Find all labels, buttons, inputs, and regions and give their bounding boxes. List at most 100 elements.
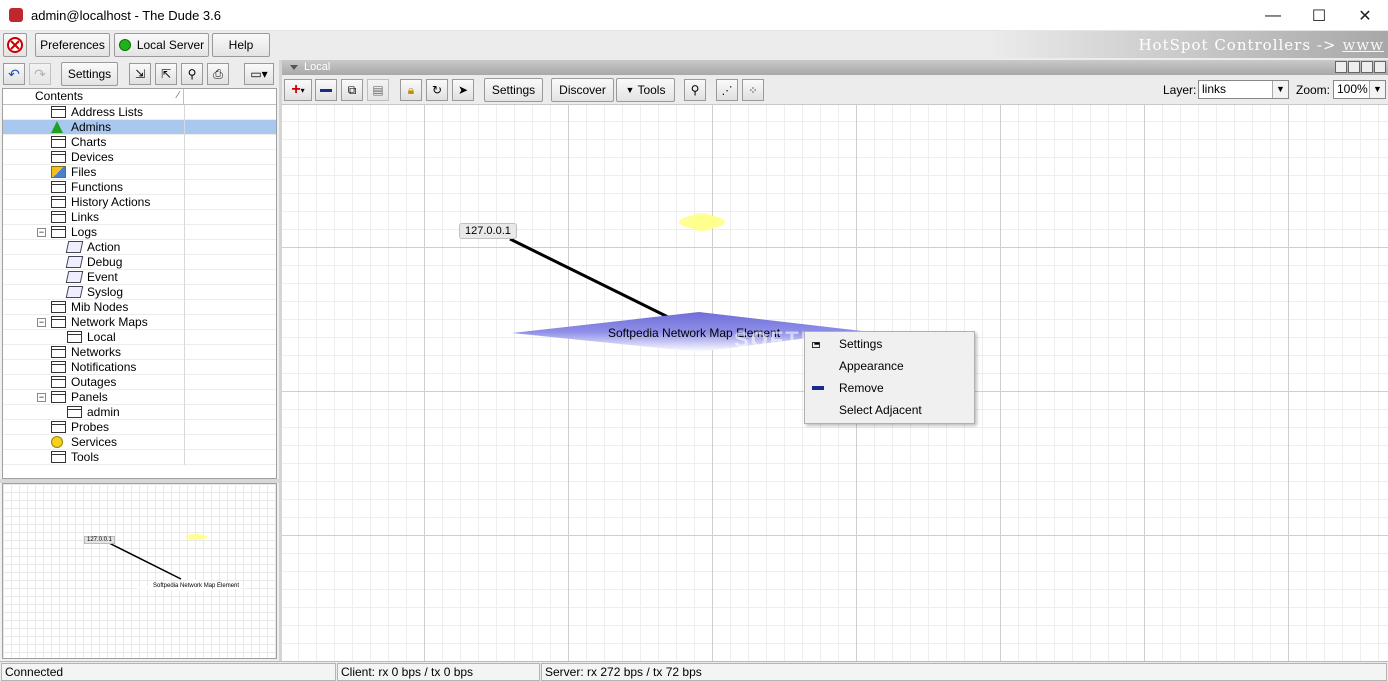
export-button[interactable]: ⇱ [155,63,177,85]
connected-status-icon [118,39,131,51]
tree-item-label: Network Maps [71,315,148,329]
tree-item-label: Outages [71,375,117,389]
table-icon [51,301,66,313]
paste-button[interactable]: ▤ [367,79,389,101]
import-button[interactable]: ⇲ [129,63,151,85]
status-bar: Connected Client: rx 0 bps / tx 0 bps Se… [0,661,1388,681]
layout-button[interactable]: ⁘ [742,79,764,101]
tree-item-links[interactable]: Links [3,210,276,225]
collapse-toggle-icon[interactable]: − [37,318,46,327]
tree-item-notifications[interactable]: Notifications [3,360,276,375]
tree-item-local[interactable]: Local [3,330,276,345]
contents-settings-button[interactable]: Settings [61,62,118,86]
lasso-button[interactable]: ↻ [426,79,448,101]
tree-item-panels[interactable]: − Panels [3,390,276,405]
pointer-button[interactable]: ➤ [452,79,474,101]
remove-button[interactable] [315,79,337,101]
admin-icon [51,121,63,133]
tree-item-mib-nodes[interactable]: Mib Nodes [3,300,276,315]
close-button[interactable]: ✕ [1342,0,1388,31]
collapse-toggle-icon[interactable]: − [37,393,46,402]
contents-toolbar: ↶ ↷ Settings ⇲ ⇱ ⚲ ⎙ ▭▾ [0,60,279,88]
tree-item-devices[interactable]: Devices [3,150,276,165]
context-remove[interactable]: Remove [805,377,974,399]
tree-item-services[interactable]: Services [3,435,276,450]
redo-icon: ↷ [34,65,46,82]
tree-item-label: Files [71,165,97,179]
device-127-0-0-1[interactable]: 127.0.0.1 [459,223,517,239]
layout-horizontal-icon[interactable] [1374,61,1386,73]
local-server-button[interactable]: Local Server [114,33,209,57]
tree-item-network-maps[interactable]: − Network Maps [3,315,276,330]
arrange-button[interactable]: ⋰ [716,79,738,101]
table-icon [51,151,66,163]
preferences-button[interactable]: Preferences [35,33,110,57]
layout-single-icon[interactable] [1335,61,1347,73]
contents-column-header[interactable]: Contents ⁄ [3,89,184,104]
log-icon [65,271,84,283]
panel-layout-buttons [1335,61,1386,73]
tree-item-event[interactable]: Event [3,270,276,285]
layout-icon: ⁘ [748,84,758,97]
tools-menu-button[interactable]: ▼ Tools [616,78,675,102]
view-menu-button[interactable]: ▭▾ [244,63,274,85]
log-icon [65,241,84,253]
table-icon [51,391,66,403]
help-button[interactable]: Help [212,33,270,57]
zoom-select[interactable]: 100% ▼ [1333,80,1386,99]
tree-item-label: Charts [71,135,107,149]
tree-item-admin[interactable]: admin [3,405,276,420]
map-settings-button[interactable]: Settings [484,78,543,102]
lasso-icon: ↻ [431,83,443,97]
tree-item-history-actions[interactable]: History Actions [3,195,276,210]
layout-split-icon[interactable] [1348,61,1360,73]
discover-button[interactable]: Discover [551,78,614,102]
network-link[interactable] [509,237,671,320]
lock-button[interactable]: 🔒︎ [400,79,422,101]
plus-icon: + [291,81,301,98]
minimize-button[interactable]: — [1250,0,1296,31]
tree-item-action[interactable]: Action [3,240,276,255]
tree-item-outages[interactable]: Outages [3,375,276,390]
collapse-arrow-icon[interactable] [290,65,298,70]
minus-icon [812,386,824,390]
printer-icon: ⎙ [213,66,223,81]
context-settings[interactable]: ▪▪▪ Settings [805,333,974,355]
tree-item-debug[interactable]: Debug [3,255,276,270]
tree-item-tools[interactable]: Tools [3,450,276,465]
tree-item-logs[interactable]: − Logs [3,225,276,240]
tree-item-label: Syslog [87,285,124,299]
tree-item-admins[interactable]: Admins [3,120,276,135]
collapse-toggle-icon[interactable]: − [37,228,46,237]
undo-button[interactable]: ↶ [3,63,25,85]
table-icon [67,406,82,418]
lock-icon: 🔒︎ [407,82,415,97]
context-select-adjacent[interactable]: Select Adjacent [805,399,974,421]
tree-item-functions[interactable]: Functions [3,180,276,195]
copy-button[interactable]: ⧉ [341,79,363,101]
layer-select[interactable]: links ▼ [1198,80,1289,99]
banner-link[interactable]: www [1342,36,1384,54]
context-appearance[interactable]: Appearance [805,355,974,377]
tree-item-syslog[interactable]: Syslog [3,285,276,300]
layout-vertical-icon[interactable] [1361,61,1373,73]
redo-button[interactable]: ↷ [29,63,51,85]
print-button[interactable]: ⎙ [207,63,229,85]
contents-tree[interactable]: Contents ⁄ Address Lists Admins Charts Devic… [2,88,277,479]
map-find-button[interactable]: ⚲ [684,79,706,101]
zoom-value: 100% [1337,82,1368,96]
table-icon [51,316,66,328]
add-button[interactable]: + ▾ [284,79,312,101]
map-panel-header: Local [282,60,1388,75]
hotspot-banner[interactable]: HotSpot Controllers -> www [988,31,1388,58]
find-button[interactable]: ⚲ [181,63,203,85]
tree-item-probes[interactable]: Probes [3,420,276,435]
map-overview[interactable]: 127.0.0.1 Softpedia Network Map Element [2,483,277,659]
tree-item-networks[interactable]: Networks [3,345,276,360]
minimap-link-line [108,542,182,580]
tree-item-address-lists[interactable]: Address Lists [3,105,276,120]
tree-item-charts[interactable]: Charts [3,135,276,150]
disconnect-button[interactable] [3,33,27,57]
tree-item-files[interactable]: Files [3,165,276,180]
maximize-button[interactable]: ☐ [1296,0,1342,31]
